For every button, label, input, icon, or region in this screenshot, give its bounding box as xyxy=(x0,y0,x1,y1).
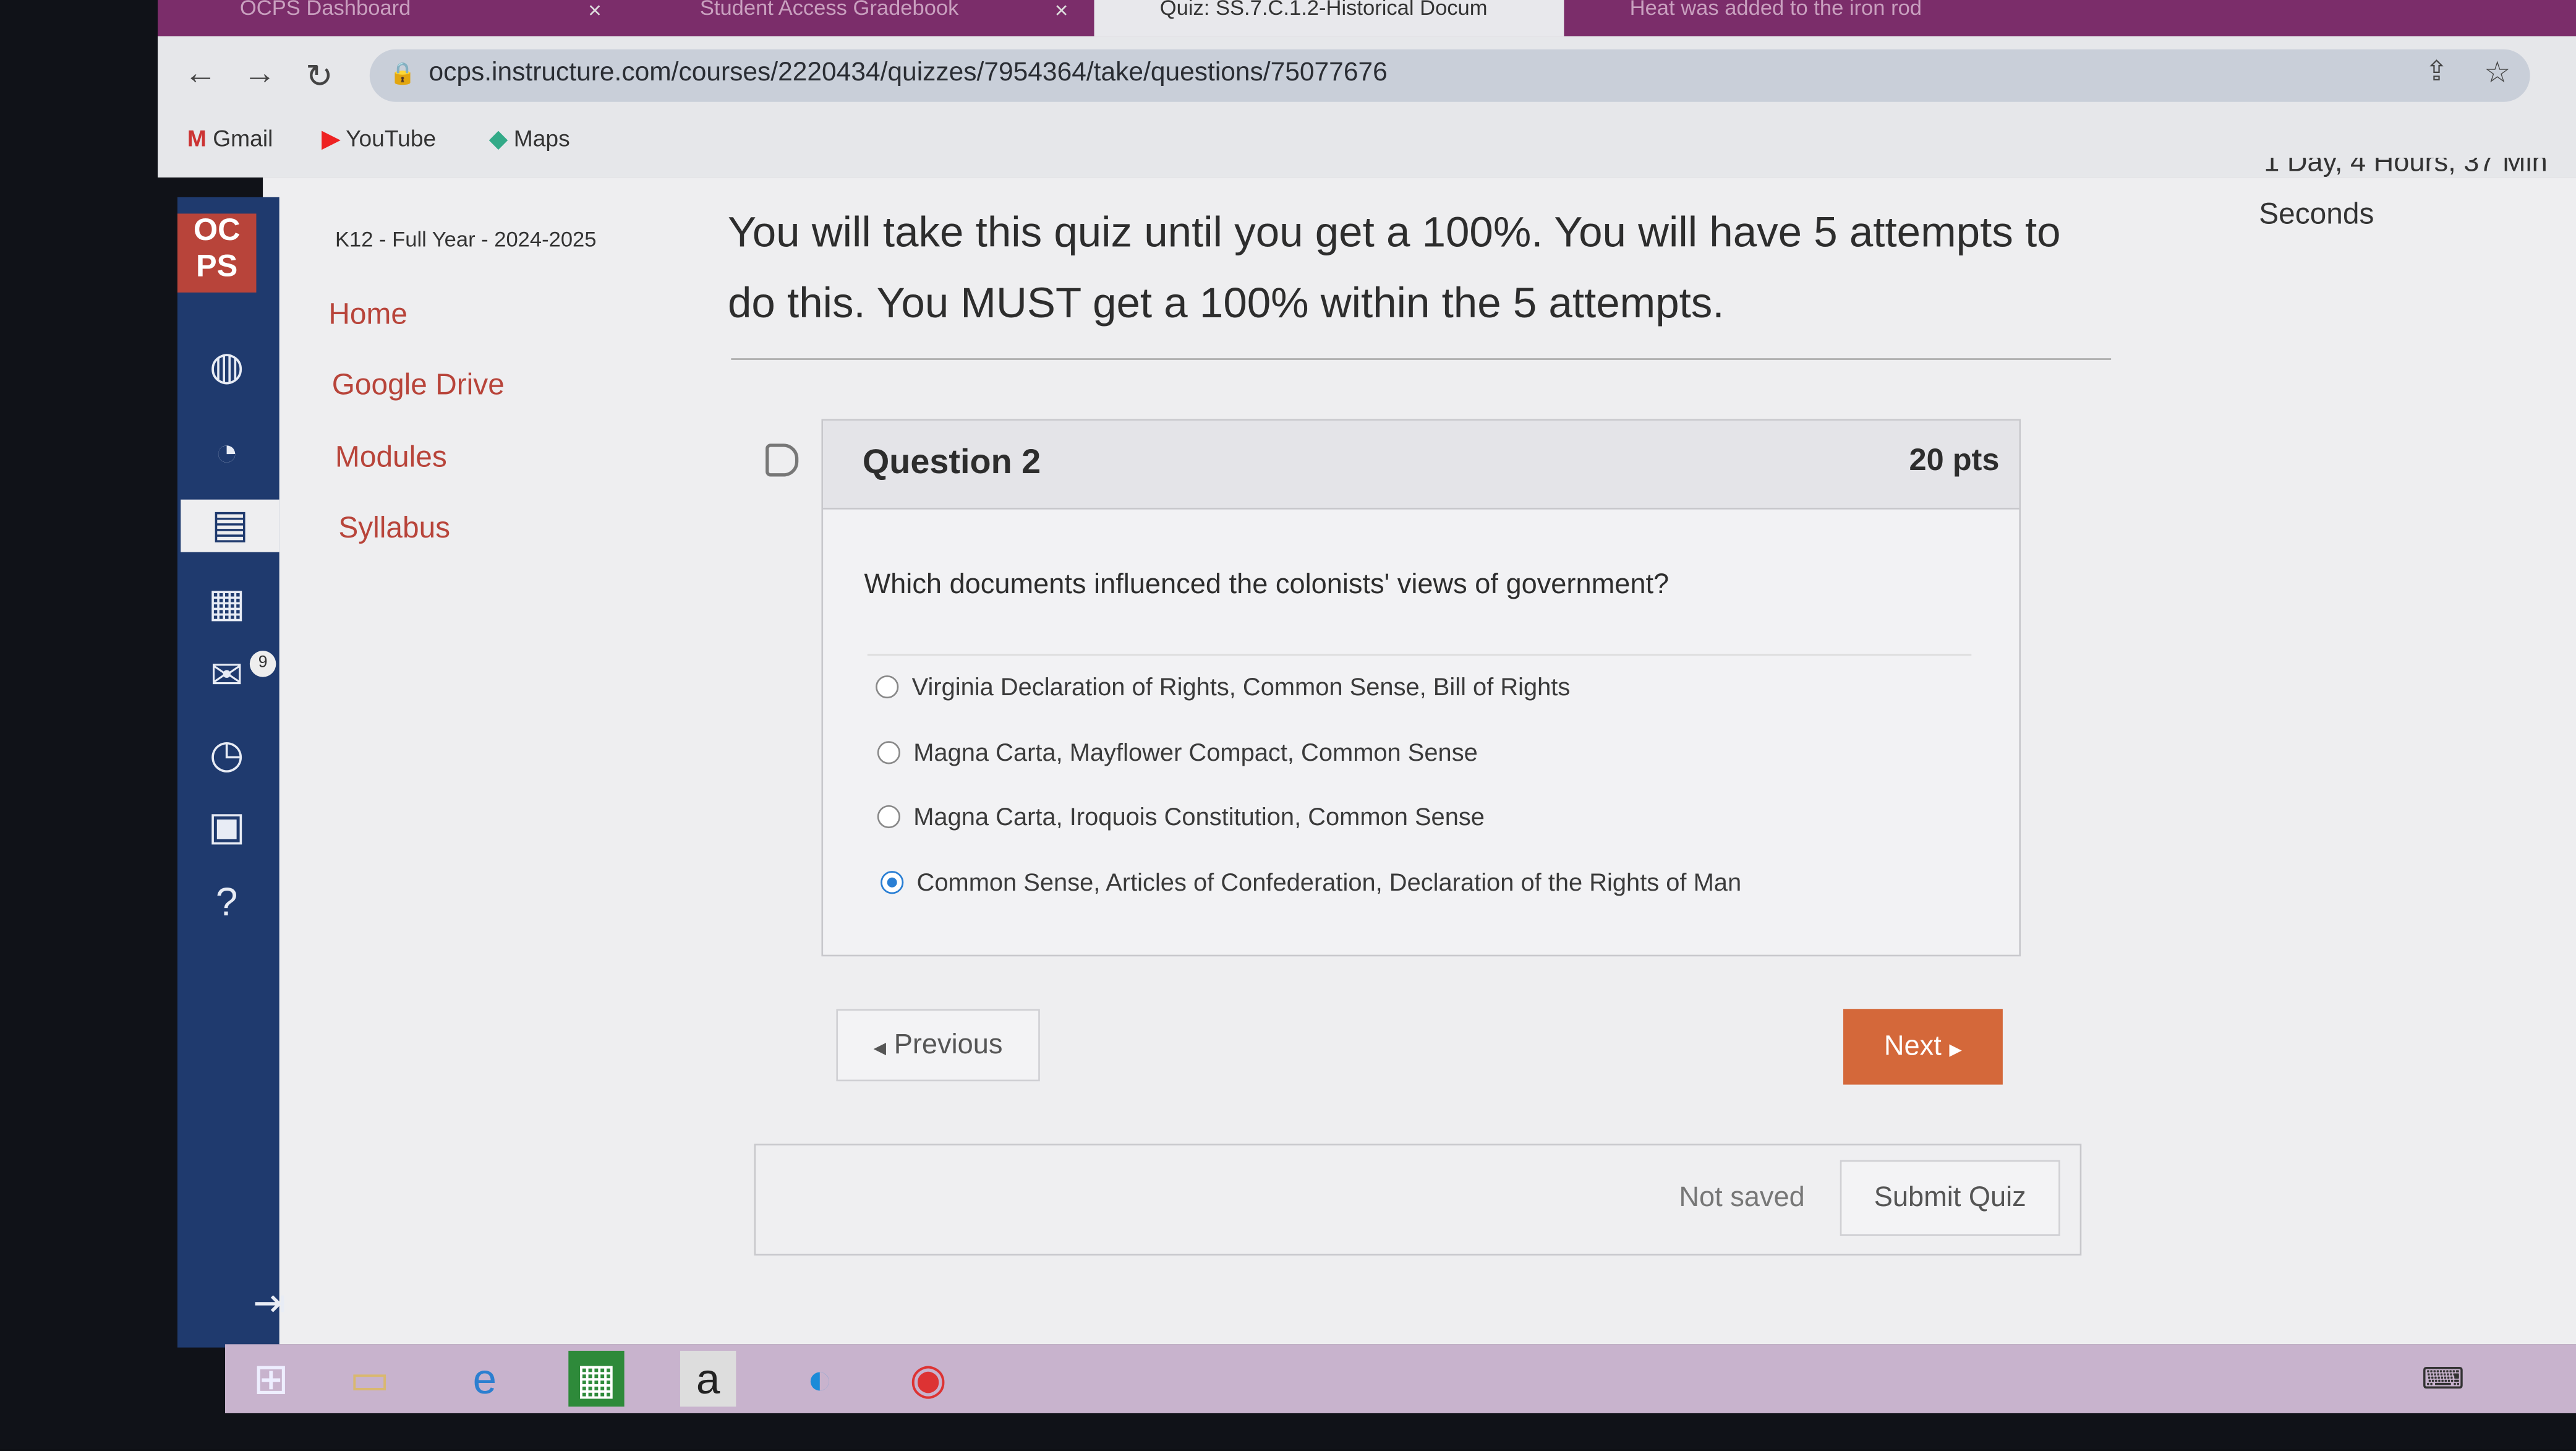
divider xyxy=(731,358,2112,360)
course-nav-syllabus[interactable]: Syllabus xyxy=(338,511,450,546)
question-header: Question 2 20 pts xyxy=(823,421,2019,510)
tab-label: Student Access Gradebook xyxy=(699,0,959,20)
calendar-icon[interactable]: ▦ xyxy=(200,578,253,631)
divider xyxy=(867,654,1972,656)
history-icon[interactable]: ◷ xyxy=(200,730,253,782)
tab-gradebook[interactable]: Student Access Gradebook xyxy=(700,0,1094,36)
tab-ocps-dashboard[interactable]: OCPS Dashboard xyxy=(240,0,618,36)
radio-button[interactable] xyxy=(876,675,899,699)
bookmark-maps[interactable]: ◆ Maps xyxy=(490,125,570,153)
close-icon[interactable]: × xyxy=(588,0,602,23)
question-points: 20 pts xyxy=(1909,443,2000,479)
answer-option-selected[interactable]: Common Sense, Articles of Confederation,… xyxy=(881,870,1741,897)
ocps-logo[interactable]: OC PS xyxy=(177,213,257,293)
timer-seconds-label: Seconds xyxy=(2259,197,2374,230)
internet-explorer-icon[interactable]: e xyxy=(457,1351,513,1406)
tab-label: Quiz: SS.7.C.1.2-Historical Docum xyxy=(1159,0,1488,20)
submit-quiz-button[interactable]: Submit Quiz xyxy=(1840,1160,2060,1236)
tab-strip: OCPS Dashboard × Student Access Gradeboo… xyxy=(158,0,2576,36)
back-icon[interactable]: ← xyxy=(184,56,217,93)
windows-start-icon[interactable]: ⊞ xyxy=(243,1351,299,1406)
answer-label: Magna Carta, Iroquois Constitution, Comm… xyxy=(913,803,1485,832)
tab-heat[interactable]: Heat was added to the iron rod xyxy=(1630,0,1992,36)
file-explorer-icon[interactable]: ▭ xyxy=(342,1351,398,1406)
bookmark-label: Gmail xyxy=(213,124,273,152)
flag-question-icon[interactable] xyxy=(766,443,799,477)
next-button[interactable]: Next ▶ xyxy=(1843,1009,2003,1085)
answer-label: Virginia Declaration of Rights, Common S… xyxy=(911,674,1571,702)
previous-button[interactable]: ◀ Previous xyxy=(836,1009,1040,1082)
next-label: Next xyxy=(1883,1030,1942,1062)
timer-partial: 1 Day, 4 Hours, 37 Min xyxy=(2264,158,2548,178)
url-text[interactable]: ocps.instructure.com/courses/2220434/qui… xyxy=(429,59,1387,89)
courses-icon[interactable]: ▤ xyxy=(181,499,279,552)
account-avatar[interactable]: ◍ xyxy=(200,342,253,395)
help-icon[interactable]: ? xyxy=(200,878,253,930)
submit-label: Submit Quiz xyxy=(1874,1181,2026,1213)
screen: OCPS Dashboard × Student Access Gradeboo… xyxy=(0,0,2576,1450)
course-nav-google-drive[interactable]: Google Drive xyxy=(332,368,505,403)
caret-left-icon: ◀ xyxy=(873,1040,887,1059)
star-icon[interactable]: ☆ xyxy=(2484,56,2510,90)
share-icon[interactable]: ⇪ xyxy=(2425,56,2449,88)
answer-label: Magna Carta, Mayflower Compact, Common S… xyxy=(913,739,1478,768)
previous-label: Previous xyxy=(893,1029,1003,1060)
store-icon[interactable]: ▦ xyxy=(568,1350,625,1407)
dashboard-icon[interactable]: ◔ xyxy=(200,427,253,480)
course-nav-modules[interactable]: Modules xyxy=(335,440,447,475)
answer-option[interactable]: Virginia Declaration of Rights, Common S… xyxy=(876,674,1570,701)
lock-icon: 🔒 xyxy=(389,61,416,86)
keyboard-icon[interactable]: ⌨ xyxy=(2415,1351,2471,1406)
tab-label: OCPS Dashboard xyxy=(239,0,411,20)
tab-quiz[interactable]: Quiz: SS.7.C.1.2-Historical Docum xyxy=(1094,0,1564,36)
bookmark-youtube[interactable]: ▶ YouTube xyxy=(322,125,436,153)
forward-icon[interactable]: → xyxy=(243,56,276,93)
radio-button-selected[interactable] xyxy=(881,871,904,894)
answer-label: Common Sense, Articles of Confederation,… xyxy=(916,869,1742,897)
course-nav-home[interactable]: Home xyxy=(328,297,407,332)
answer-option[interactable]: Magna Carta, Iroquois Constitution, Comm… xyxy=(877,803,1485,831)
edge-icon[interactable]: ◐ xyxy=(792,1351,848,1406)
course-term: K12 - Full Year - 2024-2025 xyxy=(335,226,597,252)
answer-option[interactable]: Magna Carta, Mayflower Compact, Common S… xyxy=(877,740,1478,768)
tab-label: Heat was added to the iron rod xyxy=(1629,0,1922,20)
amazon-icon[interactable]: a xyxy=(680,1350,736,1407)
quiz-instructions: You will take this quiz until you get a … xyxy=(728,207,2061,327)
radio-button[interactable] xyxy=(877,805,900,829)
inbox-badge: 9 xyxy=(249,651,276,677)
save-status: Not saved xyxy=(1679,1181,1805,1213)
question-title: Question 2 xyxy=(862,443,1041,482)
chrome-icon[interactable]: ◉ xyxy=(900,1351,956,1406)
caret-right-icon: ▶ xyxy=(1949,1042,1962,1060)
bookmark-label: Maps xyxy=(513,124,570,152)
question-text: Which documents influenced the colonists… xyxy=(864,568,1670,600)
bookmark-gmail[interactable]: M Gmail xyxy=(187,125,273,152)
bookmark-label: YouTube xyxy=(346,124,437,152)
close-icon[interactable]: × xyxy=(1055,0,1068,23)
collapse-nav-icon[interactable]: ⇥ xyxy=(243,1278,296,1331)
radio-button[interactable] xyxy=(877,741,900,764)
studio-icon[interactable]: ▣ xyxy=(200,802,253,855)
reload-icon[interactable]: ↻ xyxy=(305,56,333,96)
inbox-icon[interactable]: ✉ xyxy=(200,651,253,703)
